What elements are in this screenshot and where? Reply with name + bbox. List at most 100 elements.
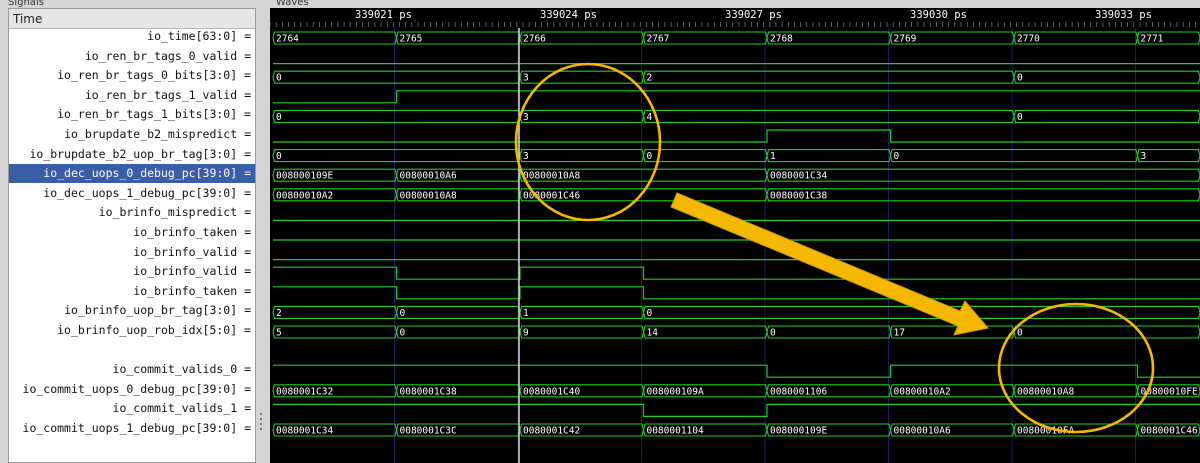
bus-segment[interactable] [766,325,892,339]
signal-name[interactable]: io_commit_valids_1 = [9,399,255,418]
signal-name[interactable]: io_brinfo_valid = [9,262,255,281]
bus-value: 0080001C34 [770,171,827,182]
signal-name[interactable]: io_time[63:0] = [9,27,255,46]
bus-value: 0 [894,151,900,162]
bus-value: 00800010A8 [523,171,580,182]
bus-segment[interactable] [1013,325,1200,339]
bus-segment[interactable] [395,305,521,319]
signal-name[interactable]: io_commit_uops_1_debug_pc[39:0] = [9,419,255,438]
bus-segment[interactable] [889,325,1015,339]
bus-value: 0080001C38 [770,190,827,201]
bus-segment[interactable] [272,149,521,163]
bus-value: 0080001C46 [1141,426,1198,437]
bus-value: 5 [276,328,282,339]
signal-name[interactable]: io_brupdate_b2_uop_br_tag[3:0] = [9,145,255,164]
signal-name[interactable]: io_brinfo_uop_br_tag[3:0] = [9,301,255,320]
bus-value: 2771 [1141,34,1164,45]
bus-segment[interactable] [272,305,398,319]
bus-value: 00800010A8 [1017,386,1074,397]
bus-value: 0 [1017,112,1023,123]
bus-value: 2 [647,73,653,84]
bus-value: 00800010A6 [894,426,951,437]
bus-value: 0080001106 [770,386,827,397]
signal-name[interactable]: io_brinfo_valid = [9,243,255,262]
signal-name[interactable]: io_commit_valids_0 = [9,360,255,379]
signal-name[interactable]: io_brinfo_taken = [9,223,255,242]
bus-value: 14 [647,328,659,339]
bus-value: 2766 [523,34,546,45]
bus-segment[interactable] [642,109,1015,123]
bus-segment[interactable] [642,149,768,163]
bus-segment[interactable] [395,325,521,339]
bus-segment[interactable] [519,305,645,319]
bus-value: 00800010A8 [400,190,457,201]
signal-name[interactable]: io_ren_br_tags_0_valid = [9,47,255,66]
bus-segment[interactable] [1013,70,1200,84]
bus-value: 008000109E [770,426,827,437]
ruler-label: 339033 ps [1095,9,1152,21]
bus-segment[interactable] [642,325,768,339]
bus-value: 2765 [400,34,423,45]
signals-pane: Time io_time[63:0] = io_ren_br_tags_0_val… [8,8,256,463]
signal-name[interactable]: io_commit_uops_0_debug_pc[39:0] = [9,380,255,399]
bus-value: 1 [770,151,776,162]
bus-value: 0080001C42 [523,426,580,437]
signal-name[interactable]: io_dec_uops_0_debug_pc[39:0] = [9,164,255,184]
signal-name[interactable]: io_brinfo_uop_rob_idx[5:0] = [9,321,255,340]
bit-waveform[interactable] [273,364,1200,378]
annotation-arrow [670,192,989,336]
bus-value: 0080001C3C [400,426,457,437]
signals-pane-title: Signals [8,0,44,8]
bus-segment[interactable] [519,109,645,123]
bus-segment[interactable] [889,149,1139,163]
bus-value: 3 [523,73,529,84]
signal-spacer [9,341,255,360]
signal-name[interactable]: io_ren_br_tags_0_bits[3:0] = [9,66,255,85]
signal-name[interactable]: io_ren_br_tags_1_bits[3:0] = [9,105,255,124]
bus-segment[interactable] [1013,109,1200,123]
bus-segment[interactable] [1136,149,1200,163]
waves-pane[interactable]: 339021 ps 339024 ps 339027 ps 339030 ps 3390… [270,8,1200,463]
signal-name[interactable]: io_brinfo_taken = [9,282,255,301]
signal-name[interactable]: io_brupdate_b2_mispredict = [9,125,255,144]
bus-value: 9 [523,328,529,339]
bit-waveform[interactable] [273,286,1200,300]
bus-value: 0080001C34 [276,426,333,437]
bus-value: 0 [1017,328,1023,339]
bus-value: 0 [770,328,776,339]
bit-waveform[interactable] [273,129,1200,143]
bus-value: 00800010A6 [400,171,457,182]
bus-segment[interactable] [766,149,892,163]
bus-value: 0 [400,328,406,339]
signal-name[interactable]: io_brinfo_mispredict = [9,203,255,222]
grip-dot [260,423,262,425]
signal-name[interactable]: io_dec_uops_1_debug_pc[39:0] = [9,184,255,203]
bit-waveform[interactable] [273,90,1200,104]
bus-value: 3 [523,112,529,123]
bus-value: 00800010A2 [276,190,333,201]
bus-segment[interactable] [519,325,645,339]
bit-waveform[interactable] [273,403,1200,417]
bus-value: 00800010A2 [894,386,951,397]
bus-segment[interactable] [272,70,521,84]
annotation-circle [997,302,1155,434]
bus-value: 2770 [1017,34,1040,45]
waveform-canvas[interactable]: 339021 ps 339024 ps 339027 ps 339030 ps 3390… [270,8,1200,463]
bit-waveform[interactable] [273,266,1200,280]
bus-segment[interactable] [519,149,645,163]
grip-dot [260,413,262,415]
bus-segment[interactable] [519,70,645,84]
signals-time-header[interactable]: Time [9,9,255,29]
bus-value: 2767 [647,34,670,45]
bus-value: 4 [647,112,653,123]
bus-segment[interactable] [272,325,398,339]
signal-name[interactable]: io_ren_br_tags_1_valid = [9,86,255,105]
pane-splitter[interactable] [256,8,270,463]
bus-segment[interactable] [272,109,521,123]
bus-value: 0080001C38 [400,386,457,397]
bus-value: 3 [1141,151,1147,162]
bus-value: 008000109E [276,171,333,182]
bus-value: 0080001C32 [276,386,333,397]
bus-value: 3 [523,151,529,162]
bus-segment[interactable] [642,70,1015,84]
